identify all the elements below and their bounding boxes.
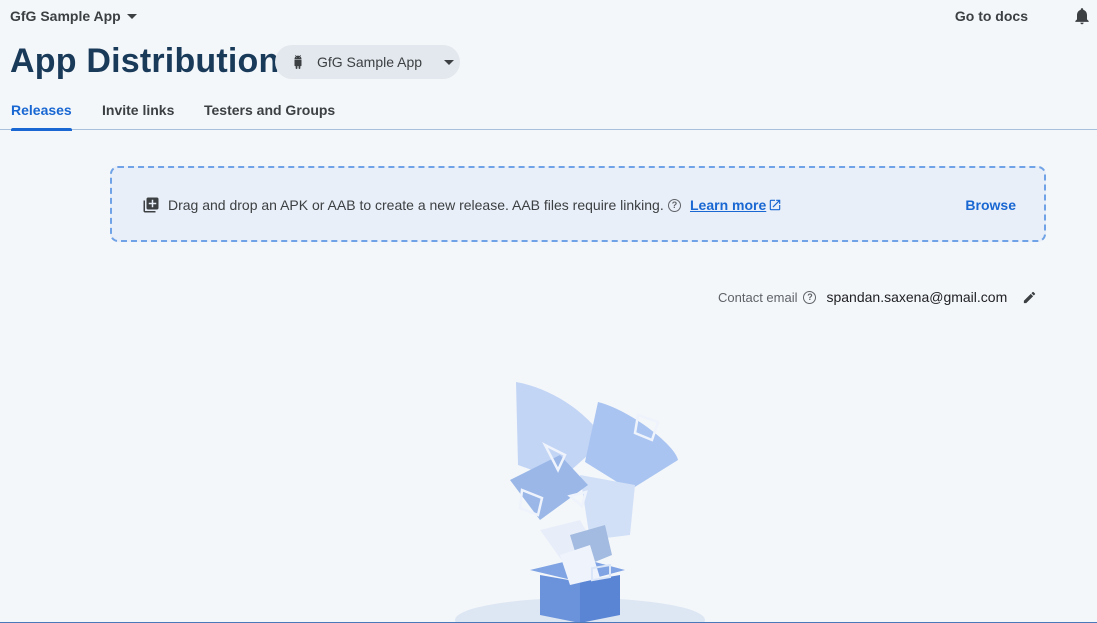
contact-email-row: Contact email ? spandan.saxena@gmail.com xyxy=(718,289,1007,305)
help-icon[interactable]: ? xyxy=(803,290,817,304)
tab-testers-and-groups[interactable]: Testers and Groups xyxy=(204,102,335,130)
edit-icon[interactable] xyxy=(1022,290,1037,305)
add-to-library-icon xyxy=(143,197,159,213)
app-selector-label: GfG Sample App xyxy=(317,54,423,70)
chevron-down-icon xyxy=(126,13,137,19)
help-icon[interactable]: ? xyxy=(668,199,681,212)
tab-releases[interactable]: Releases xyxy=(11,102,72,131)
contact-email-label: Contact email xyxy=(718,289,798,305)
learn-more-label: Learn more xyxy=(690,197,767,213)
android-icon xyxy=(294,55,302,69)
app-selector[interactable]: GfG Sample App xyxy=(275,45,460,79)
browse-button[interactable]: Browse xyxy=(965,197,1016,213)
chevron-down-icon xyxy=(444,59,455,65)
contact-email-value: spandan.saxena@gmail.com xyxy=(826,289,1008,305)
project-switcher[interactable]: GfG Sample App xyxy=(10,8,137,24)
tab-bar: Releases Invite links Testers and Groups xyxy=(0,96,1097,131)
tab-invite-links[interactable]: Invite links xyxy=(102,102,174,130)
open-in-new-icon xyxy=(770,199,781,211)
release-dropzone[interactable]: Drag and drop an APK or AAB to create a … xyxy=(110,166,1046,242)
notifications-icon[interactable] xyxy=(1072,6,1092,26)
page-title: App Distribution xyxy=(10,42,280,80)
dropzone-instructions: Drag and drop an APK or AAB to create a … xyxy=(168,197,664,213)
go-to-docs-link[interactable]: Go to docs xyxy=(955,8,1028,24)
top-bar: GfG Sample App Go to docs xyxy=(0,0,1097,34)
project-name: GfG Sample App xyxy=(10,8,121,24)
learn-more-link[interactable]: Learn more xyxy=(690,197,782,213)
empty-state-illustration xyxy=(455,382,705,623)
